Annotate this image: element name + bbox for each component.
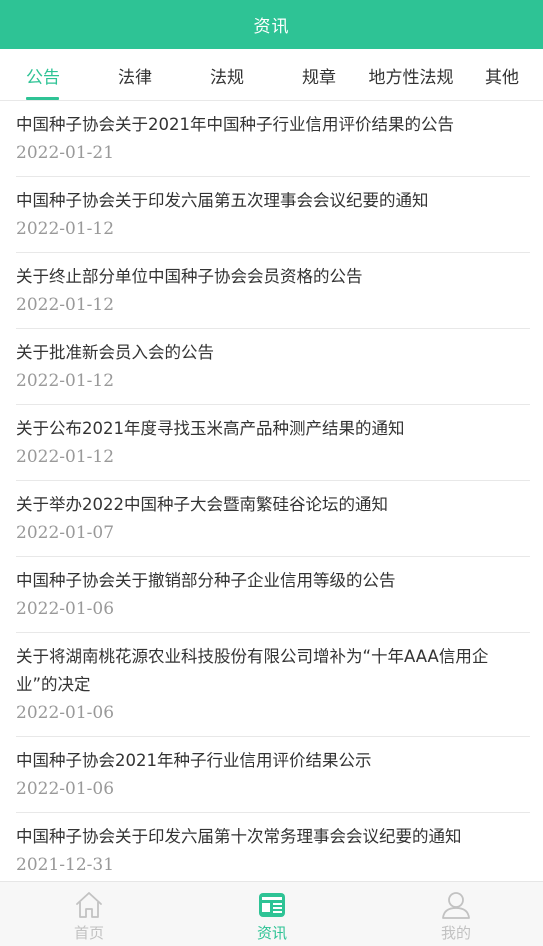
- article-title: 关于批准新会员入会的公告: [16, 343, 214, 362]
- list-item[interactable]: 中国种子协会关于印发六届第十次常务理事会会议纪要的通知 2021-12-31: [16, 813, 530, 881]
- home-icon: [76, 892, 102, 918]
- tabbar-label: 我的: [440, 924, 471, 942]
- tab-announcements[interactable]: 公告: [0, 49, 86, 101]
- article-title: 中国种子协会关于2021年中国种子行业信用评价结果的公告: [16, 115, 454, 134]
- tab-rules[interactable]: 规章: [274, 49, 364, 101]
- article-date: 2022-01-06: [16, 599, 115, 619]
- article-date: 2022-01-06: [16, 703, 115, 723]
- list-item[interactable]: 关于批准新会员入会的公告 2022-01-12: [16, 329, 530, 405]
- user-icon: [442, 892, 470, 919]
- news-icon: [259, 893, 285, 917]
- list-item[interactable]: 关于举办2022中国种子大会暨南繁硅谷论坛的通知 2022-01-07: [16, 481, 530, 557]
- tab-label: 其他: [485, 67, 519, 88]
- tab-label: 地方性法规: [368, 67, 454, 88]
- tabbar-profile[interactable]: 我的: [396, 882, 516, 946]
- article-date: 2022-01-12: [16, 371, 115, 391]
- article-date: 2022-01-21: [16, 143, 115, 163]
- list-item[interactable]: 中国种子协会2021年种子行业信用评价结果公示 2022-01-06: [16, 737, 530, 813]
- tab-label: 规章: [302, 67, 336, 88]
- article-date: 2022-01-07: [16, 523, 115, 543]
- list-item[interactable]: 中国种子协会关于撤销部分种子企业信用等级的公告 2022-01-06: [16, 557, 530, 633]
- article-title: 中国种子协会关于撤销部分种子企业信用等级的公告: [16, 571, 396, 590]
- tab-label: 法规: [210, 67, 244, 88]
- article-date: 2022-01-12: [16, 295, 115, 315]
- article-date: 2022-01-06: [16, 779, 115, 799]
- list-item[interactable]: 关于将湖南桃花源农业科技股份有限公司增补为“十年AAA信用企业”的决定 2022…: [16, 633, 530, 737]
- article-title: 关于举办2022中国种子大会暨南繁硅谷论坛的通知: [16, 495, 388, 514]
- tabbar-news[interactable]: 资讯: [212, 882, 332, 946]
- tabbar-home[interactable]: 首页: [29, 882, 149, 946]
- active-tab-indicator: [26, 97, 59, 100]
- list-item[interactable]: 中国种子协会关于2021年中国种子行业信用评价结果的公告 2022-01-21: [16, 101, 530, 177]
- article-title: 关于公布2021年度寻找玉米高产品种测产结果的通知: [16, 419, 405, 438]
- tab-laws[interactable]: 法律: [90, 49, 180, 101]
- article-title: 中国种子协会2021年种子行业信用评价结果公示: [16, 751, 372, 770]
- list-item[interactable]: 关于公布2021年度寻找玉米高产品种测产结果的通知 2022-01-12: [16, 405, 530, 481]
- article-date: 2022-01-12: [16, 219, 115, 239]
- article-title: 中国种子协会关于印发六届第五次理事会会议纪要的通知: [16, 191, 429, 210]
- article-title: 关于将湖南桃花源农业科技股份有限公司增补为“十年AAA信用企业”的决定: [16, 647, 489, 694]
- tab-label: 法律: [118, 67, 152, 88]
- article-list: 中国种子协会关于2021年中国种子行业信用评价结果的公告 2022-01-21 …: [0, 101, 543, 881]
- tabbar-label: 首页: [73, 924, 104, 942]
- tab-others[interactable]: 其他: [464, 49, 540, 101]
- article-title: 中国种子协会关于印发六届第十次常务理事会会议纪要的通知: [16, 827, 462, 846]
- list-item[interactable]: 中国种子协会关于印发六届第五次理事会会议纪要的通知 2022-01-12: [16, 177, 530, 253]
- tab-local-regulations[interactable]: 地方性法规: [362, 49, 460, 101]
- tab-regulations[interactable]: 法规: [182, 49, 272, 101]
- article-date: 2021-12-31: [16, 855, 115, 875]
- tabbar-label: 资讯: [256, 924, 287, 942]
- list-item[interactable]: 关于终止部分单位中国种子协会会员资格的公告 2022-01-12: [16, 253, 530, 329]
- bottom-tab-bar: 首页 资讯 我的: [0, 881, 543, 946]
- article-date: 2022-01-12: [16, 447, 115, 467]
- app-header: 资讯: [0, 0, 543, 49]
- article-title: 关于终止部分单位中国种子协会会员资格的公告: [16, 267, 363, 286]
- tab-label: 公告: [26, 67, 60, 88]
- page-title: 资讯: [253, 17, 290, 37]
- category-tabs: 公告 法律 法规 规章 地方性法规 其他: [0, 49, 543, 101]
